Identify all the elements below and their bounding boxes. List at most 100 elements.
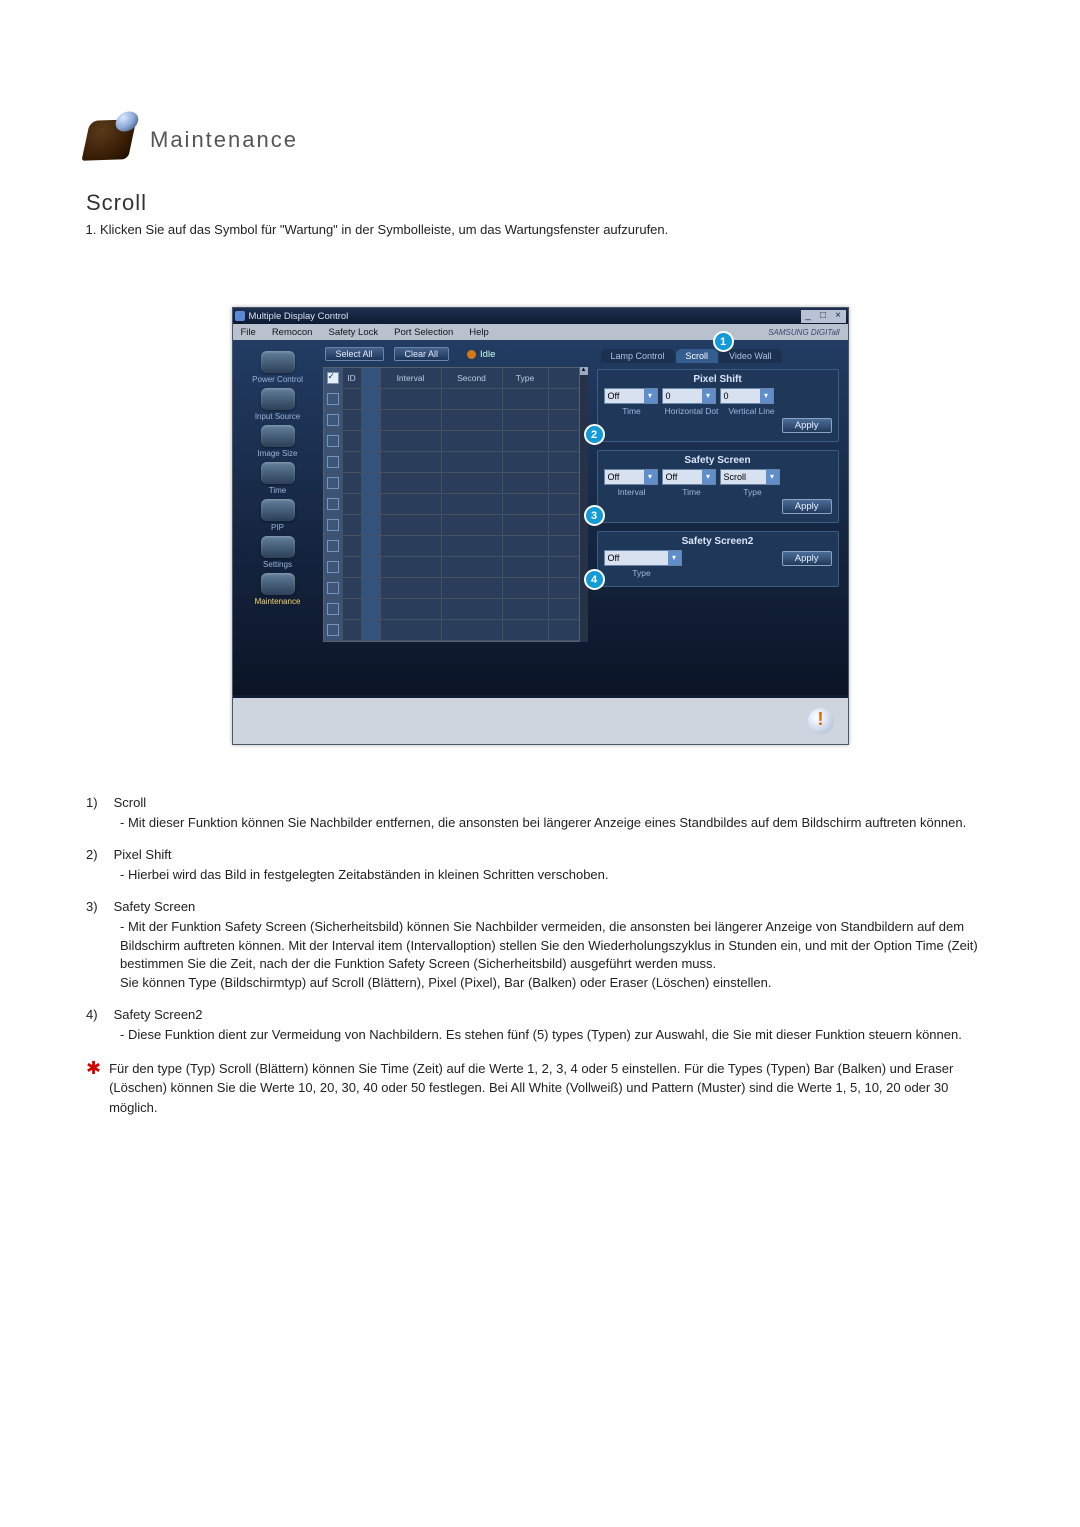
table-row[interactable] (324, 557, 579, 578)
table-row[interactable] (324, 515, 579, 536)
idle-status: Idle (467, 349, 495, 360)
sidebar-item-maintenance[interactable]: Maintenance (255, 573, 301, 606)
table-row[interactable] (324, 536, 579, 557)
window-title: Multiple Display Control (249, 311, 349, 322)
safety-screen-apply-button[interactable]: Apply (782, 499, 832, 514)
table-row[interactable] (324, 620, 579, 641)
safety-screen2-type-select[interactable]: Off▾ (604, 550, 682, 566)
safety-screen-time-label: Time (664, 487, 720, 497)
app-icon (235, 311, 245, 321)
maximize-button[interactable]: □ (816, 310, 831, 323)
brand-text: SAMSUNG DIGITall (768, 328, 839, 337)
table-row[interactable] (324, 410, 579, 431)
table-row[interactable] (324, 389, 579, 410)
pixel-shift-hdot-select[interactable]: 0▾ (662, 388, 716, 404)
row-checkbox[interactable] (327, 498, 339, 510)
safety-screen2-title: Safety Screen2 (604, 536, 832, 547)
pixel-shift-hdot-label: Horizontal Dot (664, 406, 720, 416)
menubar: File Remocon Safety Lock Port Selection … (233, 324, 848, 340)
pixel-shift-time-label: Time (604, 406, 660, 416)
header-checkbox[interactable] (327, 372, 339, 384)
sidebar: Power Control Input Source Image Size Ti… (238, 345, 318, 690)
menu-port-selection[interactable]: Port Selection (394, 327, 453, 338)
desc-body-2: - Hierbei wird das Bild in festgelegten … (120, 866, 994, 885)
section-title: Scroll (86, 190, 994, 216)
pixel-shift-apply-button[interactable]: Apply (782, 418, 832, 433)
table-row[interactable] (324, 431, 579, 452)
row-checkbox[interactable] (327, 540, 339, 552)
callout-marker-3: 3 (584, 505, 605, 526)
col-interval: Interval (381, 368, 442, 388)
desc-num-4: 4) (86, 1007, 110, 1022)
tab-scroll[interactable]: Scroll (676, 349, 719, 363)
scroll-up-icon[interactable]: ▲ (580, 367, 588, 375)
table-row[interactable] (324, 452, 579, 473)
col-type: Type (503, 368, 549, 388)
row-checkbox[interactable] (327, 477, 339, 489)
star-note: Für den type (Typ) Scroll (Blättern) kön… (109, 1059, 994, 1118)
pixel-shift-time-select[interactable]: Off▾ (604, 388, 658, 404)
safety-screen-panel: Safety Screen Off▾ Off▾ Scroll▾ Interval… (597, 450, 839, 523)
clear-all-button[interactable]: Clear All (394, 347, 450, 361)
sidebar-item-input-source[interactable]: Input Source (255, 388, 300, 421)
menu-help[interactable]: Help (469, 327, 489, 338)
menu-file[interactable]: File (241, 327, 256, 338)
safety-screen-title: Safety Screen (604, 455, 832, 466)
tab-lamp-control[interactable]: Lamp Control (601, 349, 675, 363)
safety-screen-type-label: Type (724, 487, 782, 497)
pixel-shift-title: Pixel Shift (604, 374, 832, 385)
page-title: Maintenance (150, 127, 298, 153)
sidebar-item-time[interactable]: Time (261, 462, 295, 495)
select-all-button[interactable]: Select All (325, 347, 384, 361)
settings-pane: Lamp Control Scroll Video Wall 1 Pixel S… (593, 345, 843, 690)
table-row[interactable] (324, 494, 579, 515)
device-grid: ID Interval Second Type (323, 367, 580, 642)
pixel-shift-vline-select[interactable]: 0▾ (720, 388, 774, 404)
desc-num-1: 1) (86, 795, 110, 810)
safety-screen2-apply-button[interactable]: Apply (782, 551, 832, 566)
sidebar-item-pip[interactable]: PIP (261, 499, 295, 532)
pixel-shift-panel: Pixel Shift Off▾ 0▾ 0▾ Time Horizontal D… (597, 369, 839, 442)
grid-scrollbar[interactable]: ▲ (580, 367, 588, 642)
col-id: ID (343, 368, 362, 388)
callout-marker-1: 1 (713, 331, 734, 352)
sidebar-item-image-size[interactable]: Image Size (257, 425, 297, 458)
star-icon: ✱ (86, 1059, 101, 1118)
col-second: Second (442, 368, 503, 388)
chevron-down-icon: ▾ (702, 470, 715, 484)
row-checkbox[interactable] (327, 603, 339, 615)
desc-title-2: Pixel Shift (114, 847, 172, 862)
row-checkbox[interactable] (327, 519, 339, 531)
row-checkbox[interactable] (327, 414, 339, 426)
close-button[interactable]: × (831, 310, 846, 323)
col-status (362, 368, 381, 388)
table-row[interactable] (324, 473, 579, 494)
intro-step-1: Klicken Sie auf das Symbol für "Wartung"… (100, 222, 994, 237)
table-row[interactable] (324, 578, 579, 599)
menu-remocon[interactable]: Remocon (272, 327, 313, 338)
tab-video-wall[interactable]: Video Wall (719, 349, 782, 363)
safety-screen-interval-select[interactable]: Off▾ (604, 469, 658, 485)
minimize-button[interactable]: _ (801, 310, 816, 323)
app-window: Multiple Display Control _ □ × File Remo… (232, 307, 849, 745)
row-checkbox[interactable] (327, 456, 339, 468)
row-checkbox[interactable] (327, 624, 339, 636)
safety-screen2-type-label: Type (604, 568, 680, 578)
pixel-shift-vline-label: Vertical Line (724, 406, 780, 416)
row-checkbox[interactable] (327, 435, 339, 447)
chevron-down-icon: ▾ (766, 470, 779, 484)
table-row[interactable] (324, 599, 579, 620)
menu-safety-lock[interactable]: Safety Lock (328, 327, 378, 338)
desc-num-3: 3) (86, 899, 110, 914)
safety-screen2-panel: Safety Screen2 Off▾ Apply Type 4 (597, 531, 839, 587)
row-checkbox[interactable] (327, 582, 339, 594)
safety-screen-type-select[interactable]: Scroll▾ (720, 469, 780, 485)
row-checkbox[interactable] (327, 561, 339, 573)
safety-screen-time-select[interactable]: Off▾ (662, 469, 716, 485)
chevron-down-icon: ▾ (668, 551, 681, 565)
sidebar-item-settings[interactable]: Settings (261, 536, 295, 569)
callout-marker-2: 2 (584, 424, 605, 445)
sidebar-item-power-control[interactable]: Power Control (252, 351, 303, 384)
statusbar: ! (233, 698, 848, 744)
row-checkbox[interactable] (327, 393, 339, 405)
